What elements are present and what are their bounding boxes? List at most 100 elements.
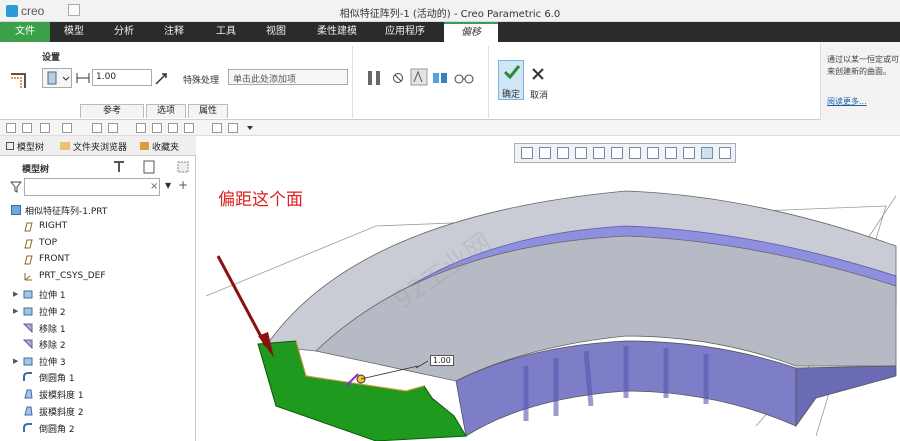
appearance-icon[interactable] xyxy=(168,123,178,133)
coordinate-system-icon xyxy=(24,273,32,281)
search-options-icon[interactable]: ▼ xyxy=(165,181,171,190)
zoom-in-icon[interactable] xyxy=(539,147,551,159)
tree-item-round-2[interactable]: 倒圆角 2 xyxy=(0,420,196,436)
divider xyxy=(488,46,489,118)
offset-type-dropdown[interactable] xyxy=(42,68,72,88)
open-folder-icon[interactable] xyxy=(228,123,238,133)
regenerate-icon[interactable] xyxy=(92,123,102,133)
menu-applications[interactable]: 应用程序 xyxy=(376,22,434,42)
special-handling-field[interactable]: 单击此处添加项 xyxy=(228,69,348,85)
cancel-icon[interactable] xyxy=(531,67,545,81)
section-icon[interactable] xyxy=(665,147,677,159)
menu-offset[interactable]: 偏移 xyxy=(444,22,498,42)
tab-model-tree[interactable]: 模型树 xyxy=(6,140,44,153)
measure-icon[interactable] xyxy=(152,123,162,133)
close-window-icon[interactable] xyxy=(136,123,146,133)
tree-item-extrude-1[interactable]: ▶ 拉伸 1 xyxy=(0,286,196,302)
remove-icon xyxy=(23,339,33,349)
offset-dimension[interactable]: 1.00 xyxy=(430,355,454,366)
flip-direction-icon[interactable] xyxy=(154,72,170,86)
expand-icon[interactable]: ▶ xyxy=(13,357,18,365)
glasses-icon[interactable] xyxy=(454,74,474,84)
expand-icon[interactable]: ▶ xyxy=(13,307,18,315)
tree-item-extrude-3[interactable]: ▶ 拉伸 3 xyxy=(0,353,196,369)
tree-item-remove-2[interactable]: 移除 2 xyxy=(0,336,196,352)
view-manager-icon[interactable] xyxy=(647,147,659,159)
tree-item-round-1[interactable]: 倒圆角 1 xyxy=(0,369,196,385)
perspective-icon[interactable] xyxy=(593,147,605,159)
ok-label: 确定 xyxy=(502,90,521,100)
distance-icon xyxy=(76,73,90,83)
menu-bar: 文件 模型 分析 注释 工具 视图 柔性建模 应用程序 偏移 xyxy=(0,22,900,42)
redo-icon[interactable] xyxy=(62,123,72,133)
tree-item-draft-2[interactable]: 拔模斜度 2 xyxy=(0,403,196,419)
clear-search-icon[interactable]: × xyxy=(150,181,158,192)
extrude-icon xyxy=(23,357,33,366)
cancel-label[interactable]: 取消 xyxy=(530,88,548,101)
tree-show-icon[interactable] xyxy=(142,160,156,174)
verify-mode-icon[interactable] xyxy=(432,72,448,84)
view-toolbar xyxy=(514,143,736,163)
paste-icon[interactable] xyxy=(212,123,222,133)
tree-search-input[interactable] xyxy=(24,178,160,196)
pause-icon[interactable] xyxy=(366,70,382,86)
tree-columns-icon[interactable] xyxy=(176,160,190,174)
panel-tabs: 模型树 文件夹浏览器 收藏夹 xyxy=(0,136,196,156)
refit-icon[interactable] xyxy=(521,147,533,159)
offset-type-icon xyxy=(47,71,70,85)
menu-tools[interactable]: 工具 xyxy=(204,22,248,42)
tree-root[interactable]: 相似特征阵列-1.PRT xyxy=(0,202,196,218)
filter-icon[interactable] xyxy=(10,181,22,193)
special-handling-label: 特殊处理 xyxy=(183,76,220,86)
tree-tab-icon xyxy=(6,142,14,150)
tree-item-remove-1[interactable]: 移除 1 xyxy=(0,320,196,336)
spin-center-icon[interactable] xyxy=(701,147,713,159)
help-panel: 通过以某一恒定或可来创建新的曲面。 阅读更多... xyxy=(820,42,900,120)
extrude-icon xyxy=(23,290,33,299)
tab-folder-browser[interactable]: 文件夹浏览器 xyxy=(60,140,127,153)
quick-access-toolbar xyxy=(0,120,900,136)
separate-preview-icon[interactable] xyxy=(410,68,428,86)
saved-views-icon[interactable] xyxy=(629,147,641,159)
tab-favorites[interactable]: 收藏夹 xyxy=(140,140,179,153)
read-more-link[interactable]: 阅读更多... xyxy=(827,96,867,107)
datum-display-icon[interactable] xyxy=(683,147,695,159)
annotation-arrow xyxy=(216,255,268,347)
tree-settings-icon[interactable] xyxy=(112,160,126,174)
graphics-window[interactable]: 偏距这个面 1.00 92工业网 xyxy=(196,136,900,441)
expand-icon[interactable]: ▶ xyxy=(13,290,18,298)
annotation-display-icon[interactable] xyxy=(719,147,731,159)
display-style-icon[interactable] xyxy=(611,147,623,159)
menu-analysis[interactable]: 分析 xyxy=(102,22,146,42)
menu-view[interactable]: 视图 xyxy=(254,22,298,42)
repaint-icon[interactable] xyxy=(575,147,587,159)
menu-flexible-modeling[interactable]: 柔性建模 xyxy=(308,22,366,42)
tree-item-draft-1[interactable]: 拔模斜度 1 xyxy=(0,386,196,402)
new-file-icon[interactable] xyxy=(6,123,16,133)
tab-options[interactable]: 选项 xyxy=(146,104,186,118)
tree-title: 模型树 xyxy=(22,165,50,175)
zoom-out-icon[interactable] xyxy=(557,147,569,159)
add-filter-icon[interactable]: + xyxy=(178,178,188,192)
windows-icon[interactable] xyxy=(108,123,118,133)
menu-model[interactable]: 模型 xyxy=(52,22,96,42)
draft-icon xyxy=(24,389,33,399)
tree-item-csys[interactable]: PRT_CSYS_DEF xyxy=(0,269,196,285)
tab-references[interactable]: 参考 xyxy=(80,104,144,118)
distance-input[interactable]: 1.00 xyxy=(92,69,152,86)
tree-item-extrude-2[interactable]: ▶ 拉伸 2 xyxy=(0,303,196,319)
undo-icon[interactable] xyxy=(40,123,50,133)
ok-button[interactable]: 确定 xyxy=(498,60,524,100)
save-icon[interactable] xyxy=(22,123,32,133)
tree-item-top[interactable]: TOP xyxy=(0,236,196,252)
folder-icon xyxy=(60,142,70,150)
menu-file[interactable]: 文件 xyxy=(0,22,50,42)
no-preview-icon[interactable] xyxy=(392,72,404,84)
tree-item-right[interactable]: RIGHT xyxy=(0,219,196,235)
menu-annotate[interactable]: 注释 xyxy=(152,22,196,42)
tab-properties[interactable]: 属性 xyxy=(188,104,228,118)
customize-qat-icon[interactable] xyxy=(246,124,254,132)
tree-item-front[interactable]: FRONT xyxy=(0,252,196,268)
annotation-text: 偏距这个面 xyxy=(218,190,303,210)
settings-icon[interactable] xyxy=(184,123,194,133)
